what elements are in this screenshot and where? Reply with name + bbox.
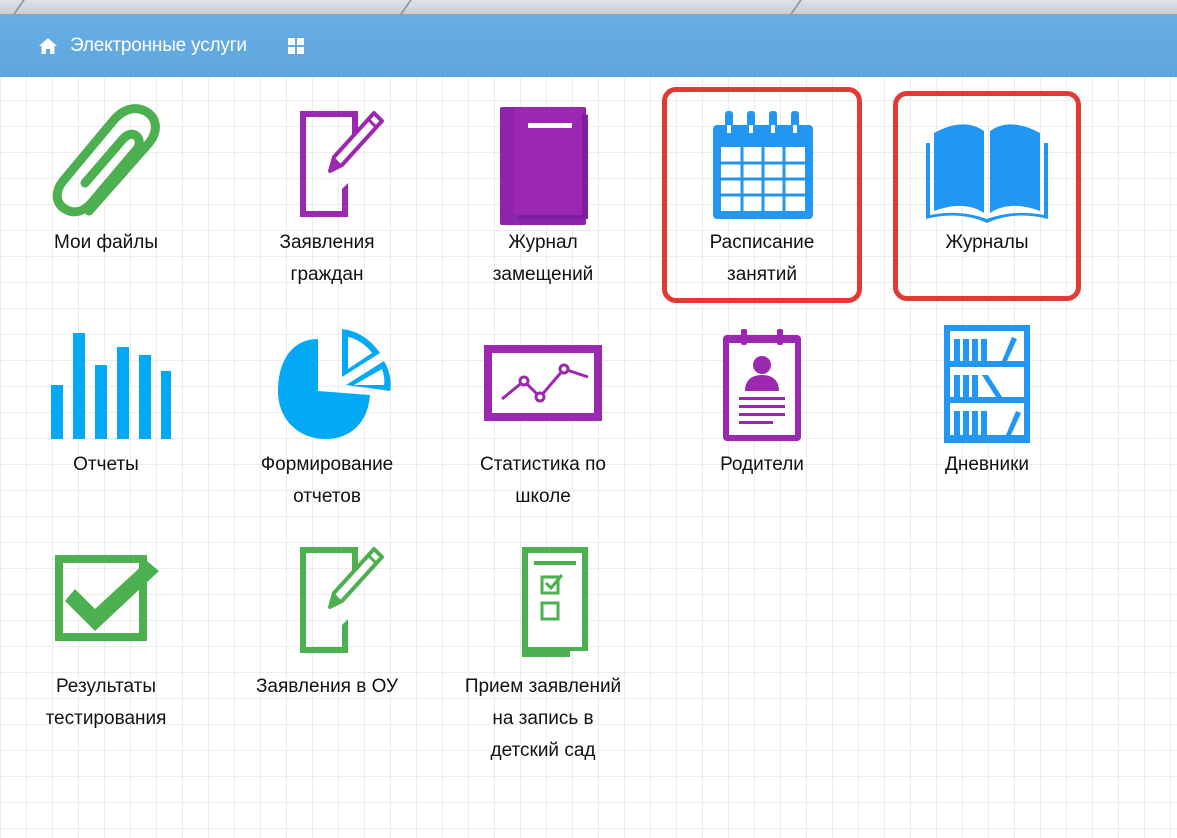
bar-chart-icon (51, 333, 171, 439)
tile-label: Мои файлы (53, 232, 159, 253)
tab-divider (400, 0, 412, 14)
paperclip-icon (52, 104, 160, 217)
tile-label: Журналы (945, 232, 1029, 253)
tile-my-files[interactable]: Мои файлы (6, 103, 206, 259)
tile-class-schedule[interactable]: Расписание занятий (662, 103, 862, 291)
tile-school-statistics[interactable]: Статистика по школе (443, 325, 643, 513)
tile-label: Родители (720, 454, 804, 475)
checkbox-icon (55, 555, 159, 641)
tile-test-results[interactable]: Результаты тестирования (6, 547, 206, 735)
tile-parents[interactable]: Родители (662, 325, 862, 481)
pie-chart-icon (278, 329, 391, 439)
tile-label: Прием заявлений на запись в детский сад (464, 676, 622, 761)
page-title[interactable]: Электронные услуги (70, 35, 247, 57)
line-chart-icon (484, 345, 602, 421)
tile-reports[interactable]: Отчеты (6, 325, 206, 481)
tile-label: Дневники (944, 454, 1030, 475)
home-button[interactable] (38, 37, 58, 55)
tab-divider (13, 0, 25, 14)
bookshelf-icon (944, 325, 1030, 443)
services-grid: Мои файлы Заявления граждан Журнал замещ… (0, 77, 1177, 838)
home-icon (39, 38, 57, 54)
tile-diaries[interactable]: Дневники (887, 325, 1087, 481)
tile-label: Расписание занятий (709, 232, 815, 285)
tile-substitution-journal[interactable]: Журнал замещений (443, 103, 643, 291)
document-pencil-icon (300, 111, 384, 217)
browser-top-strip (0, 0, 1177, 15)
checklist-icon (522, 547, 588, 657)
tile-label: Заявления в ОУ (255, 676, 399, 697)
tile-label: Отчеты (73, 454, 139, 475)
tile-label: Формирование отчетов (260, 454, 394, 507)
grid-icon (287, 38, 304, 54)
open-book-icon (926, 124, 1048, 223)
tile-kindergarten-enrollment[interactable]: Прием заявлений на запись в детский сад (443, 547, 643, 767)
book-icon (500, 107, 588, 225)
tile-label: Статистика по школе (480, 454, 606, 507)
tile-label: Журнал замещений (492, 232, 594, 285)
top-nav-bar: Электронные услуги (0, 15, 1177, 77)
tile-label: Результаты тестирования (45, 676, 167, 729)
tile-report-builder[interactable]: Формирование отчетов (227, 325, 427, 513)
tile-citizen-applications[interactable]: Заявления граждан (227, 103, 427, 291)
document-pencil-icon (300, 547, 384, 653)
calendar-icon (713, 111, 813, 219)
apps-menu-button[interactable] (287, 37, 305, 55)
tile-label: Заявления граждан (279, 232, 375, 285)
tile-school-applications[interactable]: Заявления в ОУ (227, 547, 427, 703)
tab-divider (790, 0, 802, 14)
tile-journals[interactable]: Журналы (887, 103, 1087, 259)
profile-card-icon (723, 329, 801, 441)
